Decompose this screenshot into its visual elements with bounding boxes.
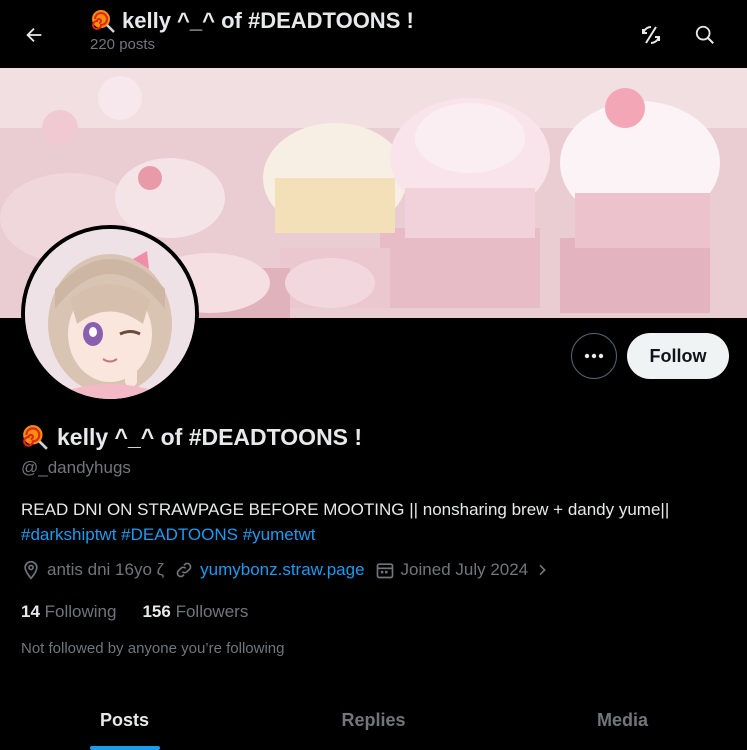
arrow-left-icon — [26, 27, 42, 43]
followers-count: 156 — [142, 602, 171, 621]
follow-button[interactable]: Follow — [627, 333, 729, 379]
sync-button[interactable] — [631, 15, 671, 55]
header-title-block: kelly ^_^ of #DEADTOONS ! 220 posts — [90, 8, 414, 53]
follow-counts: 14 Following 156 Followers — [21, 602, 248, 622]
link-icon — [176, 562, 192, 578]
sync-slash-icon — [642, 25, 660, 45]
avatar[interactable] — [21, 225, 199, 403]
header-title-text: kelly ^_^ of #DEADTOONS ! — [122, 8, 414, 33]
post-count: 220 posts — [90, 36, 156, 53]
joined-text: Joined July 2024 — [400, 560, 529, 579]
display-name-text: kelly ^_^ of #DEADTOONS ! — [57, 423, 363, 450]
more-options-button[interactable] — [571, 333, 617, 379]
location-item: antis dni 16yo ζ — [21, 560, 164, 580]
lollipop-icon — [23, 425, 48, 450]
website-item[interactable]: yumybonz.straw.page — [174, 560, 365, 580]
bio: READ DNI ON STRAWPAGE BEFORE MOOTING || … — [21, 497, 731, 547]
chevron-right-icon — [539, 564, 546, 576]
following-link[interactable]: 14 Following — [21, 602, 116, 622]
search-button[interactable] — [685, 15, 725, 55]
search-icon — [695, 25, 714, 44]
followers-link[interactable]: 156 Followers — [142, 602, 248, 622]
tab-replies[interactable]: Replies — [249, 690, 498, 750]
bio-hashtags[interactable]: #darkshiptwt #DEADTOONS #yumetwt — [21, 522, 731, 547]
profile-meta: antis dni 16yo ζ yumybonz.straw.page Joi… — [21, 560, 560, 580]
back-button[interactable] — [14, 15, 54, 55]
handle: @_dandyhugs — [21, 458, 131, 477]
location-text: antis dni 16yo ζ — [47, 560, 165, 579]
top-bar: kelly ^_^ of #DEADTOONS ! 220 posts — [0, 0, 747, 68]
more-dots-icon — [584, 353, 604, 359]
avatar-image — [25, 229, 195, 399]
lollipop-icon — [92, 10, 115, 33]
calendar-icon — [376, 563, 393, 579]
tab-label: Replies — [341, 709, 406, 730]
tab-label: Media — [596, 709, 648, 730]
active-tab-indicator — [89, 746, 160, 750]
display-name: kelly ^_^ of #DEADTOONS ! — [21, 423, 362, 451]
not-followed-notice: Not followed by anyone you’re following — [21, 640, 285, 657]
joined-item[interactable]: Joined July 2024 — [375, 560, 551, 580]
bio-text: READ DNI ON STRAWPAGE BEFORE MOOTING || … — [21, 500, 670, 519]
following-label: Following — [44, 602, 117, 621]
tab-posts[interactable]: Posts — [0, 690, 249, 750]
header-title: kelly ^_^ of #DEADTOONS ! — [90, 8, 414, 34]
tab-label: Posts — [99, 709, 150, 730]
profile-tabs: Posts Replies Media — [0, 690, 747, 750]
location-pin-icon — [24, 560, 38, 580]
followers-label: Followers — [175, 602, 249, 621]
following-count: 14 — [21, 602, 40, 621]
website-link[interactable]: yumybonz.straw.page — [200, 560, 364, 580]
tab-media[interactable]: Media — [498, 690, 747, 750]
